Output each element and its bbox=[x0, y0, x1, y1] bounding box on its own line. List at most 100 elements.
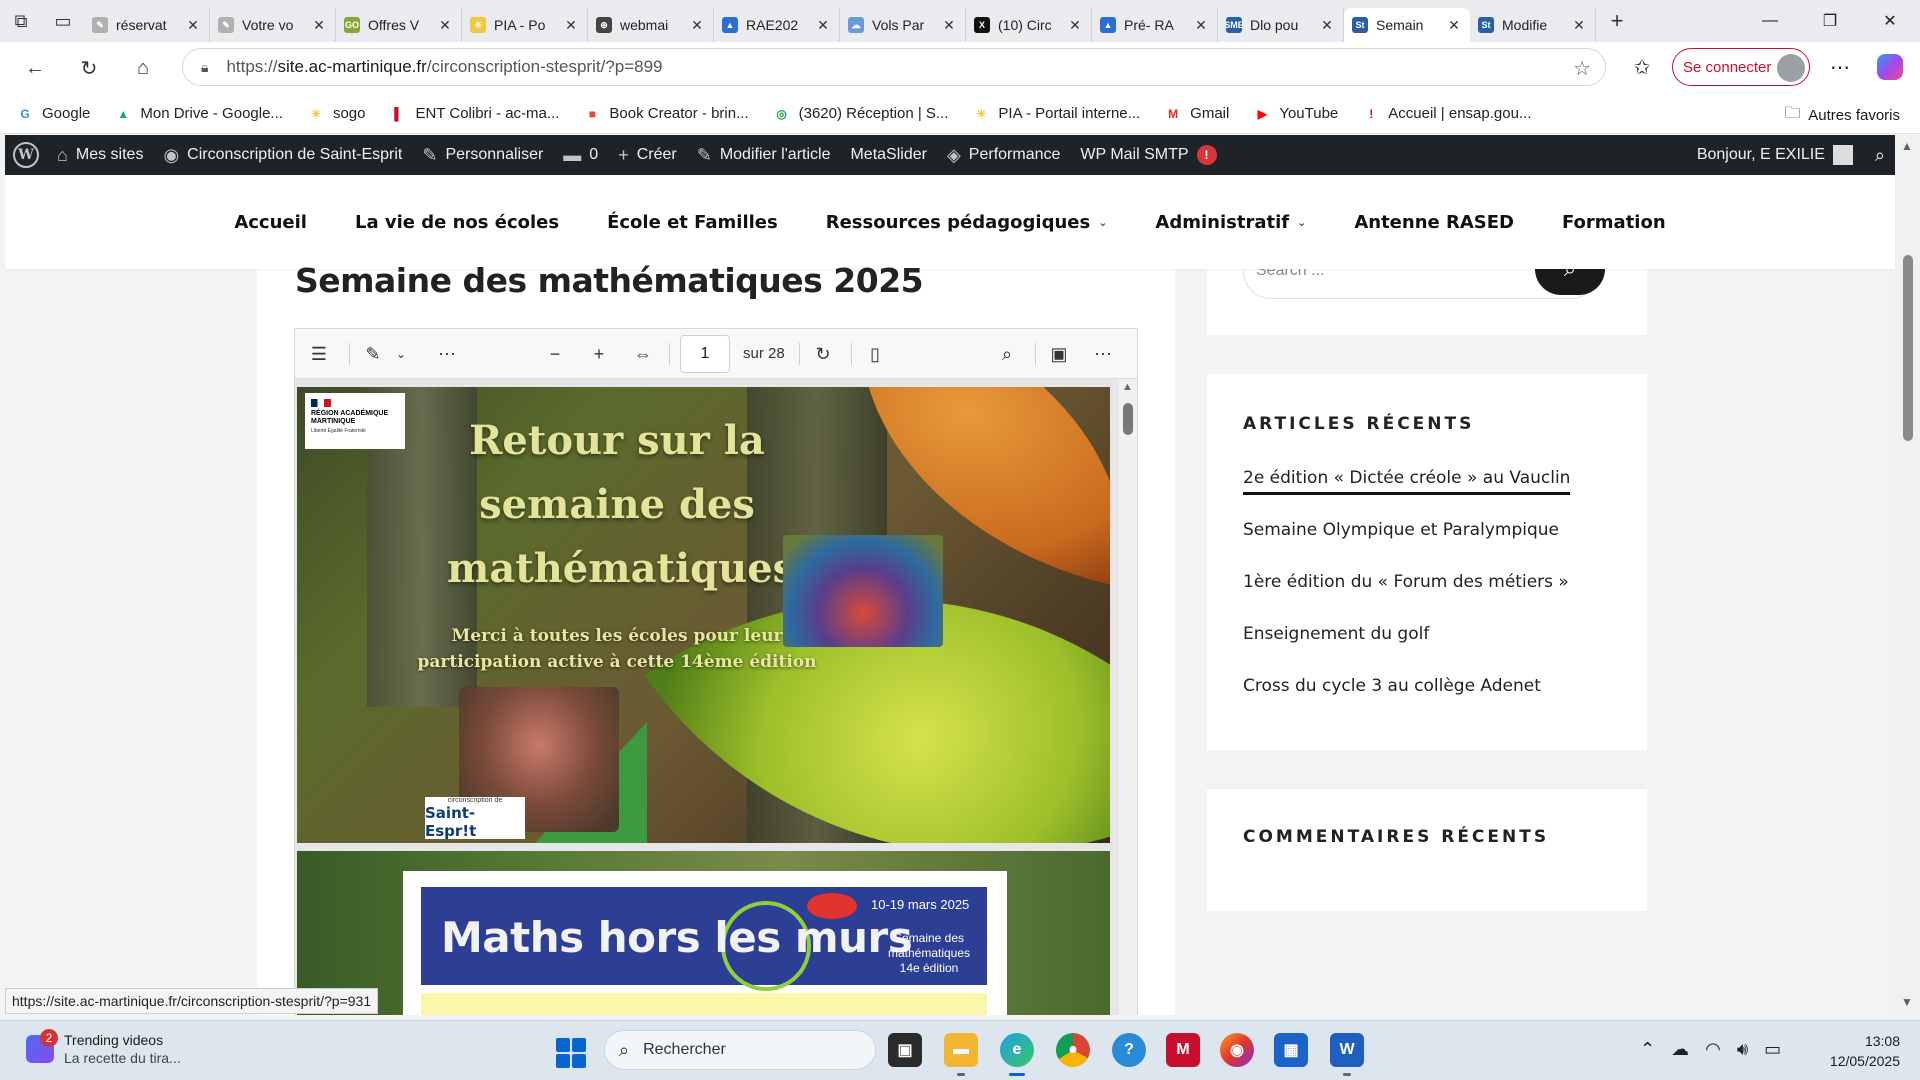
zoom-in-icon[interactable]: + bbox=[585, 340, 613, 368]
favorite-link[interactable]: ◎ (3620) Réception | S... bbox=[773, 105, 948, 123]
chevron-down-icon[interactable]: ⌄ bbox=[387, 340, 415, 368]
volume-icon[interactable]: 🔊︎ bbox=[1737, 1039, 1748, 1060]
close-tab-icon[interactable]: ✕ bbox=[185, 17, 201, 34]
menu-item[interactable]: La vie de nos écoles bbox=[355, 212, 559, 233]
battery-icon[interactable]: ▭ bbox=[1764, 1039, 1781, 1060]
url-field[interactable]: 🔒︎ https://site.ac-martinique.fr/circons… bbox=[182, 48, 1606, 86]
network-settings-icon[interactable]: ☁ bbox=[1671, 1039, 1689, 1060]
browser-tab[interactable]: St Semain ✕ bbox=[1344, 8, 1470, 42]
menu-item[interactable]: Accueil bbox=[234, 212, 307, 233]
close-window-button[interactable]: ✕ bbox=[1860, 0, 1920, 42]
copilot-icon[interactable] bbox=[1870, 48, 1910, 86]
wp-admin-item[interactable]: ✎ Personnaliser bbox=[412, 135, 553, 175]
favorites-list-icon[interactable]: ✩ bbox=[1622, 48, 1662, 86]
favorite-link[interactable]: ☀ PIA - Portail interne... bbox=[972, 105, 1140, 123]
favorite-link[interactable]: ! Accueil | ensap.gou... bbox=[1362, 105, 1531, 123]
close-tab-icon[interactable]: ✕ bbox=[311, 17, 327, 34]
browser-tab[interactable]: ☁ Vols Par ✕ bbox=[840, 8, 966, 42]
page-number-input[interactable]: 1 bbox=[680, 335, 730, 373]
more-options-icon[interactable]: ⋯ bbox=[1820, 48, 1860, 86]
signin-button[interactable]: Se connecter bbox=[1672, 48, 1810, 86]
close-tab-icon[interactable]: ✕ bbox=[1571, 17, 1587, 34]
taskbar-search[interactable]: ⌕ Rechercher bbox=[604, 1030, 876, 1070]
store-icon[interactable]: ▦ bbox=[1274, 1033, 1308, 1067]
mcafee-icon[interactable]: M bbox=[1166, 1033, 1200, 1067]
wp-admin-item[interactable]: ◈ Performance bbox=[937, 135, 1070, 175]
pdf-search-icon[interactable]: ⌕ bbox=[993, 340, 1021, 368]
favorite-star-icon[interactable]: ☆ bbox=[1573, 56, 1591, 81]
minimize-button[interactable]: — bbox=[1740, 0, 1800, 42]
pdf-scroll-up-icon[interactable]: ▲ bbox=[1122, 381, 1133, 393]
close-tab-icon[interactable]: ✕ bbox=[689, 17, 705, 34]
table-of-contents-icon[interactable]: ☰ bbox=[305, 340, 333, 368]
browser-tab[interactable]: ⊕ webmai ✕ bbox=[588, 8, 714, 42]
favorite-link[interactable]: ▌ ENT Colibri - ac-ma... bbox=[389, 105, 559, 123]
more-tools-icon[interactable]: ⋯ bbox=[433, 340, 461, 368]
other-favorites-button[interactable]: 🗀︎ Autres favoris bbox=[1784, 102, 1900, 129]
edge-icon[interactable]: e bbox=[1000, 1033, 1034, 1067]
firefox-icon[interactable]: ◉ bbox=[1220, 1033, 1254, 1067]
close-tab-icon[interactable]: ✕ bbox=[1193, 17, 1209, 34]
favorite-link[interactable]: G Google bbox=[16, 105, 90, 123]
back-button[interactable]: ← bbox=[8, 46, 62, 90]
wp-search-icon[interactable]: ⌕ bbox=[1875, 145, 1885, 166]
menu-item[interactable]: Formation bbox=[1562, 212, 1666, 233]
wp-admin-item[interactable]: + Créer bbox=[608, 135, 687, 175]
pdf-scroll-thumb[interactable] bbox=[1123, 403, 1133, 435]
favorite-link[interactable]: M Gmail bbox=[1164, 105, 1229, 123]
chevron-up-icon[interactable]: ⌃ bbox=[1640, 1039, 1655, 1060]
favorite-link[interactable]: ▲ Mon Drive - Google... bbox=[114, 105, 283, 123]
refresh-button[interactable]: ↻ bbox=[62, 46, 116, 90]
browser-tab[interactable]: X (10) Circ ✕ bbox=[966, 8, 1092, 42]
word-icon[interactable]: W bbox=[1330, 1033, 1364, 1067]
browser-tab[interactable]: ☀ PIA - Po ✕ bbox=[462, 8, 588, 42]
recent-article-link[interactable]: Enseignement du golf bbox=[1243, 624, 1429, 644]
browser-tab[interactable]: St Modifie ✕ bbox=[1470, 8, 1596, 42]
draw-icon[interactable]: ✎ bbox=[359, 340, 387, 368]
menu-item[interactable]: Antenne RASED bbox=[1354, 212, 1514, 233]
maths-app-icon[interactable]: ? bbox=[1112, 1033, 1146, 1067]
fit-width-icon[interactable]: ⇔ bbox=[629, 340, 657, 368]
scroll-up-arrow-icon[interactable]: ▲ bbox=[1901, 139, 1913, 153]
file-explorer-icon[interactable]: ▬ bbox=[944, 1033, 978, 1067]
browser-tab[interactable]: ✎ réservat ✕ bbox=[84, 8, 210, 42]
chrome-icon[interactable]: ● bbox=[1056, 1033, 1090, 1067]
pdf-more-icon[interactable]: ⋯ bbox=[1089, 340, 1117, 368]
task-view-icon[interactable]: ▣ bbox=[888, 1033, 922, 1067]
browser-tab[interactable]: ▲ RAE202 ✕ bbox=[714, 8, 840, 42]
wordpress-logo-icon[interactable]: W bbox=[5, 135, 47, 175]
page-scrollbar[interactable]: ▲ ▼ bbox=[1895, 135, 1920, 1015]
start-button[interactable] bbox=[556, 1038, 586, 1068]
favorite-link[interactable]: ☀ sogo bbox=[307, 105, 366, 123]
workspaces-icon[interactable]: ⧉ bbox=[0, 0, 42, 42]
widgets-button[interactable]: 2 Trending videos La recette du tira... bbox=[26, 1029, 181, 1067]
home-button[interactable]: ⌂ bbox=[116, 46, 170, 90]
recent-article-link[interactable]: 2e édition « Dictée créole » au Vauclin bbox=[1243, 468, 1571, 495]
favorite-link[interactable]: ▶ YouTube bbox=[1253, 105, 1339, 123]
save-icon[interactable]: ▣ bbox=[1045, 340, 1073, 368]
close-tab-icon[interactable]: ✕ bbox=[563, 17, 579, 34]
wp-admin-item[interactable]: WP Mail SMTP! bbox=[1070, 135, 1226, 175]
zoom-out-icon[interactable]: − bbox=[541, 340, 569, 368]
wp-account[interactable]: Bonjour, E EXILIE ⌕ bbox=[1697, 135, 1885, 175]
browser-tab[interactable]: ▲ Pré- RA ✕ bbox=[1092, 8, 1218, 42]
rotate-icon[interactable]: ↻ bbox=[809, 340, 837, 368]
recent-article-link[interactable]: 1ère édition du « Forum des métiers » bbox=[1243, 572, 1569, 592]
close-tab-icon[interactable]: ✕ bbox=[1319, 17, 1335, 34]
scrollbar-thumb[interactable] bbox=[1903, 255, 1913, 441]
pdf-scrollbar[interactable]: ▲ bbox=[1119, 379, 1137, 1015]
browser-tab[interactable]: SME Dlo pou ✕ bbox=[1218, 8, 1344, 42]
wp-admin-item[interactable]: ▬ 0 bbox=[553, 135, 608, 175]
wp-admin-item[interactable]: MetaSlider bbox=[840, 135, 936, 175]
menu-item[interactable]: Administratif ⌄ bbox=[1155, 212, 1306, 233]
lock-icon[interactable]: 🔒︎ bbox=[201, 59, 208, 76]
close-tab-icon[interactable]: ✕ bbox=[941, 17, 957, 34]
close-tab-icon[interactable]: ✕ bbox=[1446, 17, 1462, 34]
wp-admin-item[interactable]: ◉ Circonscription de Saint-Esprit bbox=[153, 135, 412, 175]
recent-article-link[interactable]: Semaine Olympique et Paralympique bbox=[1243, 520, 1559, 540]
recent-article-link[interactable]: Cross du cycle 3 au collège Adenet bbox=[1243, 676, 1541, 696]
close-tab-icon[interactable]: ✕ bbox=[1067, 17, 1083, 34]
favorite-link[interactable]: ■ Book Creator - brin... bbox=[583, 105, 749, 123]
close-tab-icon[interactable]: ✕ bbox=[815, 17, 831, 34]
menu-item[interactable]: Ressources pédagogiques ⌄ bbox=[826, 212, 1108, 233]
